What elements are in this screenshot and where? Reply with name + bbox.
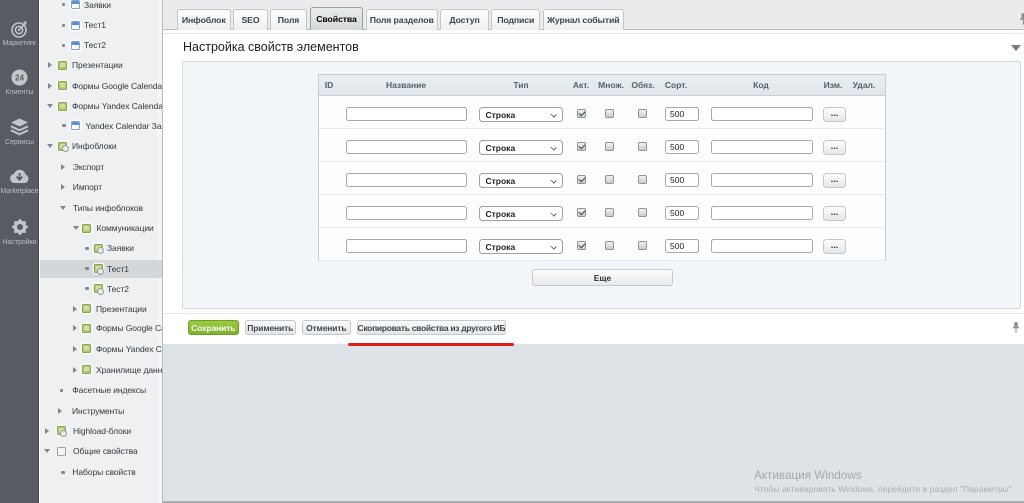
svg-text:24: 24 — [15, 73, 24, 82]
